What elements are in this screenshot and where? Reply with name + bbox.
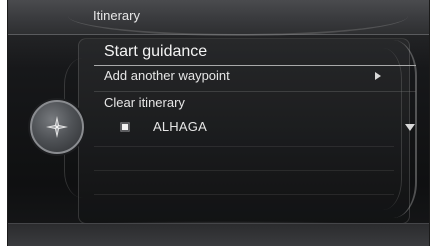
arrow-right-icon: [375, 72, 381, 80]
menu-item-waypoint-alhaga[interactable]: ALHAGA: [96, 119, 415, 137]
control-knob[interactable]: [30, 100, 84, 154]
waypoint-marker-icon: [120, 122, 130, 132]
menu-item-start-guidance[interactable]: Start guidance: [94, 42, 416, 66]
footer-bar: [8, 223, 429, 246]
arrow-down-icon: [405, 124, 415, 131]
compass-star-icon: [46, 116, 68, 138]
menu-item-label: Start guidance: [104, 43, 208, 60]
divider: [94, 194, 394, 195]
divider: [94, 170, 394, 171]
menu-item-label: ALHAGA: [153, 119, 207, 134]
menu-item-label: Add another waypoint: [104, 68, 230, 83]
divider: [94, 146, 394, 147]
navigation-screen: Itinerary Start guidance Add another way…: [7, 0, 430, 246]
menu-item-add-waypoint[interactable]: Add another waypoint: [94, 68, 416, 92]
menu-item-clear-itinerary[interactable]: Clear itinerary: [96, 95, 406, 113]
menu-item-label: Clear itinerary: [104, 95, 185, 110]
